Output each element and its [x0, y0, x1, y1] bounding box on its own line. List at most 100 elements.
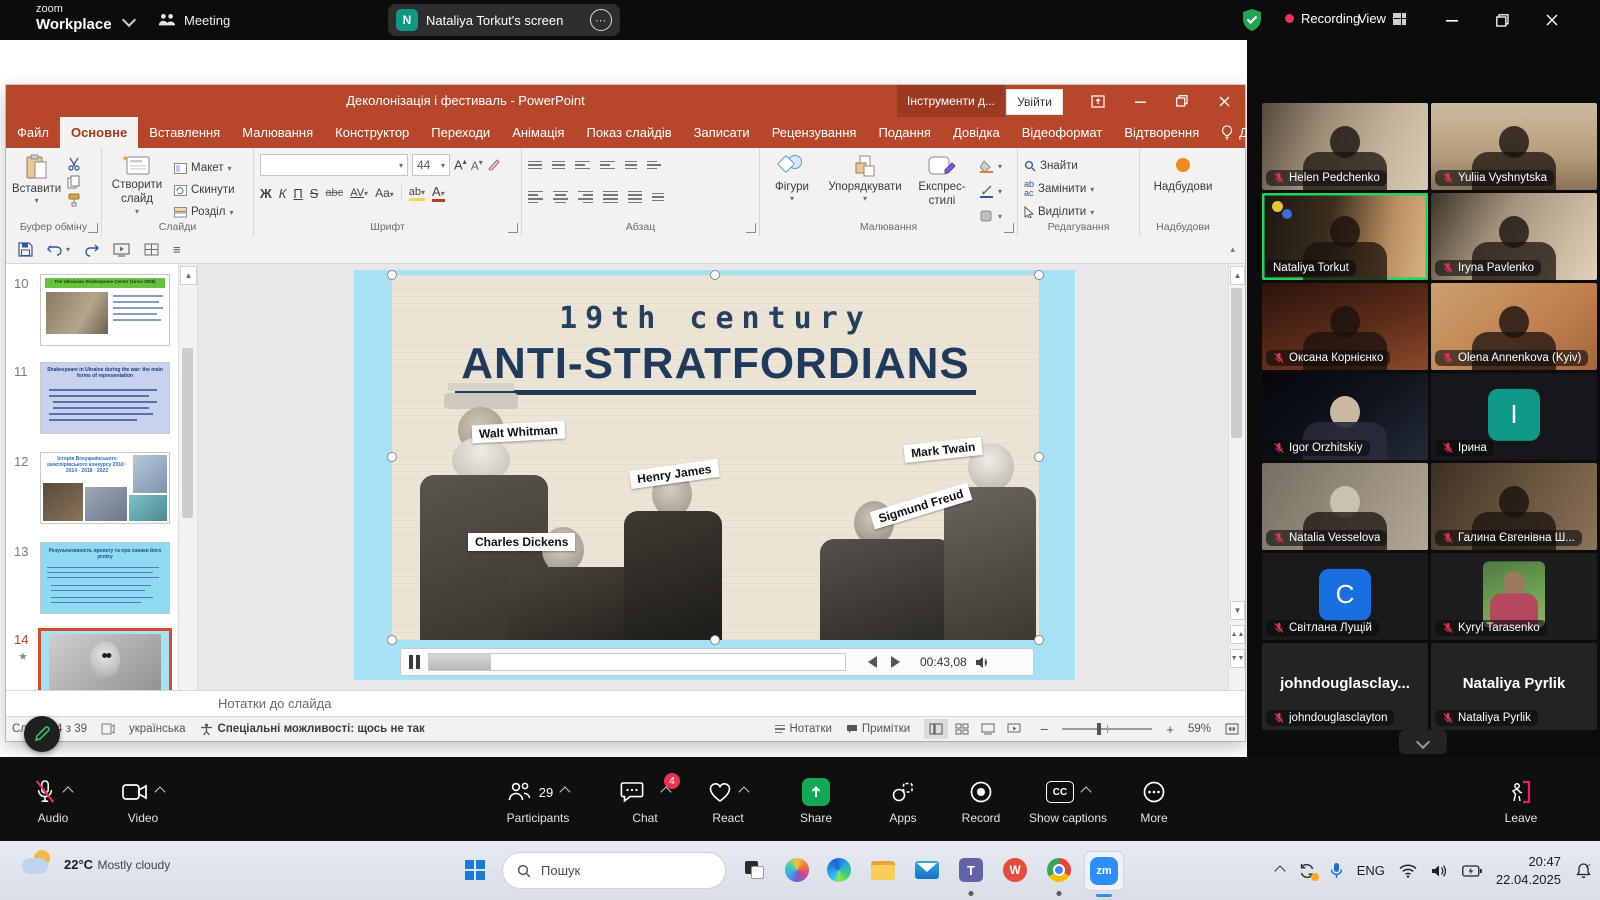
shape-fill-button[interactable]: ▾	[980, 156, 1002, 176]
react-button[interactable]: React	[683, 779, 773, 825]
select-button[interactable]: Виділити▾	[1024, 202, 1133, 222]
normal-view-button[interactable]	[924, 719, 948, 739]
sign-in-button[interactable]: Увійти	[1006, 89, 1063, 115]
zoom-app-button-active[interactable]: zm	[1084, 851, 1124, 891]
line-spacing-button[interactable]	[625, 161, 637, 170]
tab-meeting[interactable]: Meeting	[158, 6, 230, 34]
resize-handle[interactable]	[710, 270, 720, 280]
video-button[interactable]: Video	[98, 779, 188, 825]
tab-animations[interactable]: Анімація	[501, 117, 575, 148]
zoom-out-button[interactable]: −	[1040, 721, 1048, 737]
align-center-button[interactable]	[553, 191, 568, 203]
slide-thumbnail-10[interactable]: The Ukrainian Shakespeare Center (since …	[40, 274, 170, 346]
language-indicator[interactable]: українська	[129, 723, 186, 735]
resize-handle[interactable]	[1034, 635, 1044, 645]
minimize-button[interactable]	[1432, 0, 1472, 40]
zoom-slider[interactable]	[1062, 728, 1152, 730]
replace-button[interactable]: abacЗамінити▾	[1024, 179, 1133, 199]
tab-draw[interactable]: Малювання	[231, 117, 324, 148]
strikethrough-button[interactable]: S	[310, 186, 319, 201]
start-slideshow-icon[interactable]	[113, 243, 130, 257]
mail-button[interactable]	[908, 851, 946, 889]
clock[interactable]: 20:47 22.04.2025	[1496, 853, 1561, 888]
comments-toggle[interactable]: Примітки	[846, 723, 910, 735]
start-button[interactable]	[456, 851, 494, 889]
participant-tile-igor-orzhitskiy[interactable]: Ígor Órzhitskiy	[1262, 373, 1428, 460]
security-shield-icon[interactable]	[1241, 8, 1263, 32]
notes-toggle[interactable]: Нотатки	[775, 723, 831, 735]
tab-playback[interactable]: Відтворення	[1113, 117, 1210, 148]
participant-tile-kyryl-avatar[interactable]: Kyryl Tarasenko	[1431, 553, 1597, 640]
participant-tile-helen-pedchenko[interactable]: Helen Pedchenko	[1262, 103, 1428, 190]
hidden-icons-chevron[interactable]	[1274, 865, 1285, 876]
share-button[interactable]: Share	[771, 779, 861, 825]
language-switcher[interactable]: ENG	[1357, 863, 1385, 878]
participants-options-chevron[interactable]	[560, 786, 571, 797]
customize-qat-icon[interactable]: ≡	[173, 242, 181, 257]
new-slide-button[interactable]: Створити слайд ▾	[108, 154, 166, 222]
tab-transitions[interactable]: Переходи	[420, 117, 501, 148]
scroll-up-icon[interactable]: ▲	[180, 266, 197, 285]
more-button[interactable]: More	[1109, 779, 1199, 825]
participant-tile-olena-annenkova[interactable]: Olena Annenkova (Kyiv)	[1431, 283, 1597, 370]
small-strike-button[interactable]: abc	[325, 187, 343, 199]
grid-icon[interactable]	[144, 243, 159, 256]
numbering-button[interactable]	[552, 161, 565, 170]
change-case-button[interactable]: Aa▾	[375, 186, 394, 200]
display-settings-icon[interactable]	[101, 723, 115, 735]
record-button[interactable]: Record	[936, 779, 1026, 825]
copy-icon[interactable]	[67, 175, 81, 189]
clear-format-icon[interactable]	[487, 158, 501, 172]
zoom-percentage[interactable]: 59%	[1188, 723, 1211, 735]
increase-indent-button[interactable]	[600, 161, 615, 170]
slide-thumbnail-12[interactable]: Історія Всеукраїнського шекспірівського …	[40, 452, 170, 524]
step-forward-icon[interactable]	[891, 656, 900, 668]
wifi-icon[interactable]	[1399, 864, 1417, 878]
dialog-launcher-icon[interactable]	[746, 223, 756, 233]
participant-tile-nataliya-pyrlik[interactable]: Nataliya Pyrlik Nataliya Pyrlik	[1431, 643, 1597, 730]
tab-shared-screen[interactable]: N Nataliya Torkut's screen ⋯	[388, 4, 620, 36]
font-size-combo[interactable]: 44▾	[412, 154, 450, 176]
chat-button[interactable]: 4 Chat	[600, 779, 690, 825]
format-painter-icon[interactable]	[67, 193, 81, 207]
shape-outline-button[interactable]: ▾	[980, 181, 1002, 201]
columns-button[interactable]	[628, 191, 642, 203]
collapse-ribbon-icon[interactable]: ▴	[1230, 244, 1235, 255]
zoom-slider-knob[interactable]	[1097, 723, 1101, 735]
resize-handle[interactable]	[387, 635, 397, 645]
participant-tile-nataliya-torkut-active[interactable]: Nataliya Torkut	[1262, 193, 1428, 280]
save-icon[interactable]	[18, 242, 33, 257]
font-color-button[interactable]: А▾	[432, 184, 445, 202]
participant-tile-yuliia-vyshnytska[interactable]: Yuliia Vyshnytska	[1431, 103, 1597, 190]
resize-handle[interactable]	[710, 635, 720, 645]
tab-home[interactable]: Основне	[60, 117, 138, 148]
participant-tile-natalia-vesselova[interactable]: Natalia Vesselova	[1262, 463, 1428, 550]
next-slide-button[interactable]: ▼▼	[1230, 649, 1245, 668]
tab-design[interactable]: Конструктор	[324, 117, 420, 148]
shapes-button[interactable]: Фігури ▾	[766, 154, 818, 204]
section-button[interactable]: Розділ▾	[174, 202, 235, 222]
close-button[interactable]	[1532, 0, 1572, 40]
audio-options-chevron[interactable]	[62, 786, 73, 797]
tab-record[interactable]: Записати	[683, 117, 761, 148]
resize-handle[interactable]	[387, 270, 397, 280]
participant-tile-johndouglasclayton[interactable]: johndouglasclay... johndouglasclayton	[1262, 643, 1428, 730]
dialog-launcher-icon[interactable]	[1004, 223, 1014, 233]
zoom-annotate-floater[interactable]	[24, 716, 60, 752]
tab-view[interactable]: Подання	[867, 117, 942, 148]
reset-button[interactable]: Скинути	[174, 180, 235, 200]
video-progress-bar[interactable]	[428, 653, 846, 671]
undo-button[interactable]: ▾	[47, 243, 70, 256]
scroll-down-icon[interactable]: ▼	[1230, 601, 1245, 620]
bullets-button[interactable]	[528, 161, 542, 170]
arrange-button[interactable]: Упорядкувати ▾	[826, 154, 904, 204]
scrollbar-thumb[interactable]	[182, 348, 193, 518]
leave-button[interactable]: Leave	[1476, 779, 1566, 825]
text-direction-button[interactable]	[647, 161, 661, 170]
paste-button[interactable]: Вставити ▾	[12, 154, 61, 207]
wps-button[interactable]: W	[996, 851, 1034, 889]
teams-button[interactable]: T	[952, 851, 990, 889]
find-button[interactable]: Знайти	[1024, 156, 1133, 176]
previous-slide-button[interactable]: ▲▲	[1230, 625, 1245, 644]
tab-options-icon[interactable]: ⋯	[590, 9, 612, 31]
